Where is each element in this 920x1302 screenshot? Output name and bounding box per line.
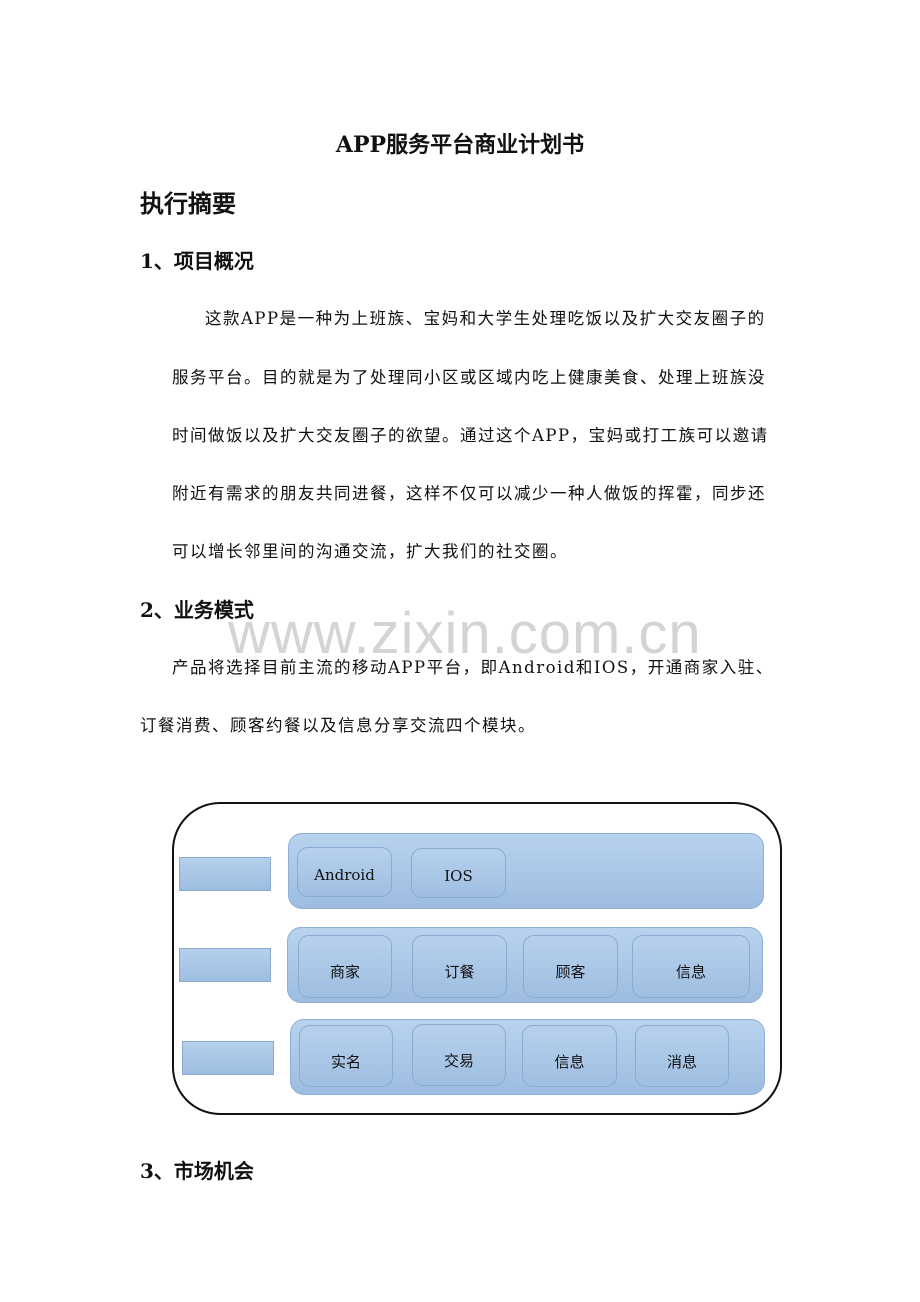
module-merchant: 商家 [298,935,392,998]
heading-market-opportunity: 3、市场机会 [140,1159,254,1183]
module-real-name: 实名 [299,1025,393,1087]
paragraph-line: 订餐消费、顾客约餐以及信息分享交流四个模块。 [140,716,536,735]
paragraph-line: 这款APP是一种为上班族、宝妈和大学生处理吃饭以及扩大交友圈子的 [205,309,766,328]
module-transaction: 交易 [412,1024,506,1086]
section-heading: 执行摘要 [140,189,236,218]
layer-label-box [179,948,271,982]
module-information: 信息 [522,1025,617,1087]
layer-label-box [179,857,271,891]
paragraph-line: 时间做饭以及扩大交友圈子的欲望。通过这个APP，宝妈或打工族可以邀请 [172,426,769,445]
heading-project-overview: 1、项目概况 [140,249,254,273]
module-customer: 顾客 [523,935,618,998]
paragraph-line: 可以增长邻里间的沟通交流，扩大我们的社交圈。 [172,542,568,561]
module-ordering: 订餐 [412,935,507,998]
paragraph-line: 附近有需求的朋友共同进餐，这样不仅可以减少一种人做饭的挥霍，同步还 [172,484,766,503]
document-title: APP服务平台商业计划书 [335,132,585,158]
paragraph-line: 产品将选择目前主流的移动APP平台，即Android和IOS，开通商家入驻、 [172,658,774,677]
paragraph-line: 服务平台。目的就是为了处理同小区或区域内吃上健康美食、处理上班族没 [172,368,766,387]
module-info: 信息 [632,935,750,998]
module-message: 消息 [635,1025,729,1087]
layer-label-box [182,1041,274,1075]
module-android: Android [297,847,392,897]
module-ios: IOS [411,848,506,898]
